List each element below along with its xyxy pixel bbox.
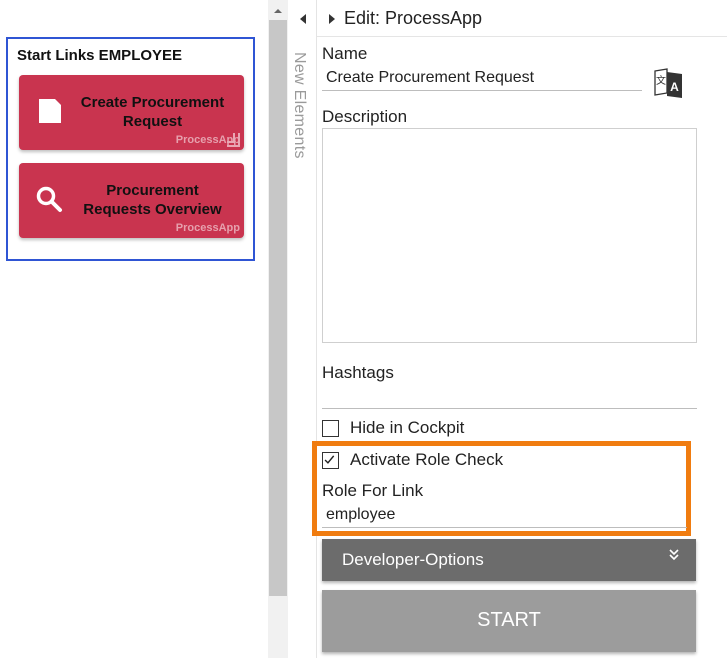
tile-label: Procurement Requests Overview (83, 182, 222, 218)
new-elements-label: New Elements (291, 52, 308, 159)
new-elements-panel[interactable]: New Elements (288, 0, 317, 658)
search-icon (36, 186, 62, 212)
name-input[interactable]: Create Procurement Request (326, 69, 534, 87)
start-link-procurement-requests-overview[interactable]: Procurement Requests Overview ProcessApp (19, 163, 244, 238)
description-textarea[interactable] (322, 128, 697, 343)
role-input-underline (322, 527, 687, 528)
developer-options-expander[interactable]: Developer-Options (322, 539, 696, 581)
editor-panel: Edit: ProcessApp Name Create Procurement… (312, 0, 727, 658)
resize-handle-icon[interactable] (226, 132, 242, 148)
start-links-pane: Start Links EMPLOYEE Create Procurement … (0, 0, 268, 658)
svg-text:A: A (670, 80, 679, 94)
activate-role-check-checkbox[interactable] (322, 452, 339, 469)
scrollbar-thumb[interactable] (269, 20, 287, 596)
double-chevron-down-icon (669, 549, 679, 561)
start-button[interactable]: START (322, 590, 696, 652)
expand-right-arrow-icon[interactable] (328, 14, 336, 24)
collapse-left-arrow-icon[interactable] (299, 14, 307, 24)
role-for-link-label: Role For Link (322, 481, 424, 500)
hashtags-input[interactable] (322, 408, 697, 409)
hide-in-cockpit-label: Hide in Cockpit (350, 418, 465, 437)
editor-title: Edit: ProcessApp (344, 8, 483, 28)
start-links-title: Start Links EMPLOYEE (17, 47, 183, 64)
checkmark-icon (324, 455, 335, 464)
name-label: Name (322, 44, 368, 63)
activate-role-check-label: Activate Role Check (350, 450, 504, 469)
role-for-link-input[interactable]: employee (326, 506, 395, 524)
name-input-underline (322, 90, 642, 91)
editor-header: Edit: ProcessApp (317, 0, 727, 37)
developer-options-label: Developer-Options (342, 550, 484, 569)
tile-subtitle: ProcessApp (175, 222, 240, 234)
vertical-scrollbar[interactable] (268, 0, 288, 658)
description-label: Description (322, 107, 408, 126)
scroll-up-arrow-icon[interactable] (272, 5, 284, 17)
start-link-create-procurement-request[interactable]: Create Procurement Request ProcessApp (19, 75, 244, 150)
document-icon (39, 99, 61, 123)
translate-icon[interactable]: A 文 (652, 66, 686, 100)
svg-text:文: 文 (656, 74, 666, 87)
hide-in-cockpit-checkbox[interactable] (322, 420, 339, 437)
hashtags-label: Hashtags (322, 363, 394, 382)
start-button-label: START (477, 609, 541, 631)
tile-label: Create Procurement Request (80, 94, 225, 130)
start-links-group: Start Links EMPLOYEE Create Procurement … (6, 37, 255, 261)
